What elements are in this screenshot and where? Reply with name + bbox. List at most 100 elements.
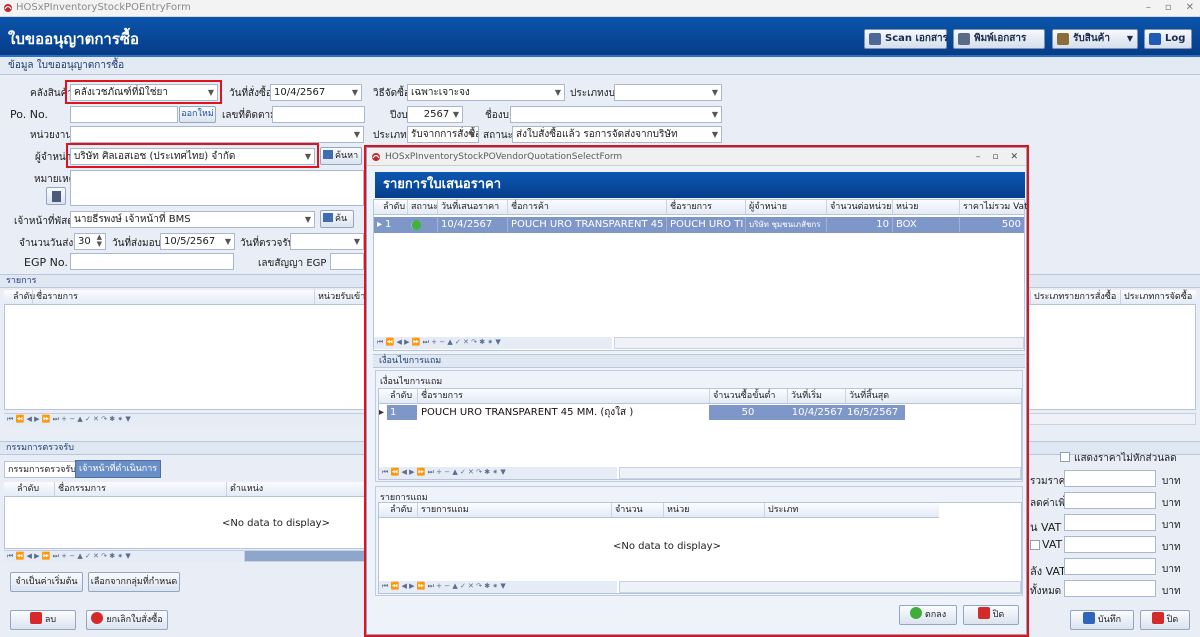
window-titlebar: HOSxPInventoryStockPOEntryForm – ▫ ✕ (0, 0, 1200, 17)
deliver-date-input[interactable]: 10/5/2567 ▼ (160, 233, 235, 250)
egp-contract-label: เลขสัญญา EGP (258, 258, 327, 269)
inspect-date-input[interactable]: ▼ (290, 233, 364, 250)
col-item-name[interactable]: ชื่อรายการ (32, 290, 78, 304)
officer-select[interactable]: นายธีรพงษ์ เจ้าหน้าที่ BMS ▼ (70, 211, 315, 228)
highlight-vendor (66, 143, 319, 168)
vat-label: VAT (1042, 538, 1063, 551)
close-icon (1151, 612, 1164, 624)
grand-total-input[interactable] (1064, 580, 1156, 597)
unit-baht: บาท (1162, 586, 1181, 597)
method-select[interactable]: เฉพาะเจาะจง ▼ (407, 84, 565, 101)
close-window-button[interactable]: ✕ (1186, 0, 1194, 16)
total-price-input[interactable] (1064, 470, 1156, 487)
chevron-down-icon: ▼ (468, 130, 475, 139)
egp-contract-input[interactable] (330, 253, 364, 270)
officer-label: เจ้าหน้าที่พัสดุ (14, 216, 74, 227)
type-select[interactable]: รับจากการสั่งซื้อ ▼ (407, 126, 479, 143)
maximize-button[interactable]: ▫ (1165, 0, 1172, 16)
new-po-button[interactable]: ออกใหม่ (179, 106, 216, 123)
cancel-icon (91, 612, 104, 624)
budget-type-select[interactable]: ▼ (614, 84, 722, 101)
surcharge-input[interactable] (1064, 492, 1156, 509)
form-header: ใบขออนุญาตการซื้อ Scan เอกสาร พิมพ์เอกสา… (0, 17, 1200, 57)
col-purchase-type[interactable]: ประเภทรายการสั่งซื้อ (1030, 290, 1116, 304)
unit-baht: บาท (1162, 476, 1181, 487)
unit-baht: บาท (1162, 542, 1181, 553)
calendar-icon (323, 150, 333, 159)
log-button[interactable]: Log (1144, 29, 1192, 49)
log-icon (1149, 33, 1161, 45)
committee-grid-header: ลำดับ ชื่อกรรมการ ตำแหน่ง (4, 482, 366, 497)
vat-checkbox[interactable] (1030, 540, 1040, 550)
vat-input[interactable] (1064, 536, 1156, 553)
chevron-down-icon: ▼ (711, 110, 718, 119)
items-scrollbar[interactable] (1027, 413, 1196, 425)
receive-goods-button[interactable]: รับสินค้า ▼ (1052, 29, 1138, 49)
egp-number-input[interactable] (70, 253, 234, 270)
no-discount-checkbox[interactable] (1060, 452, 1070, 462)
delivery-days-label: จำนวนวันส่ง (19, 238, 74, 249)
spin-arrows-icon: ▲ ▼ (96, 233, 102, 248)
delivery-days-stepper[interactable]: 30 ▲ ▼ (74, 233, 106, 250)
save-icon (1082, 612, 1095, 624)
scan-document-button[interactable]: Scan เอกสาร (864, 29, 948, 49)
col-position[interactable]: ตำแหน่ง (226, 482, 263, 496)
unit-baht: บาท (1162, 520, 1181, 531)
minimize-button[interactable]: – (1146, 0, 1151, 16)
col-committee-name[interactable]: ชื่อกรรมการ (54, 482, 106, 496)
section-tab[interactable]: ข้อมูล ใบขออนุญาตการซื้อ (0, 57, 1200, 75)
delete-button[interactable]: ลบ (10, 610, 76, 630)
budget-name-select[interactable]: ▼ (510, 106, 722, 123)
highlight-warehouse (65, 80, 222, 104)
po-number-input[interactable] (70, 106, 178, 123)
col-no[interactable]: ลำดับ (14, 482, 39, 496)
chevron-down-icon: ▼ (353, 237, 360, 246)
tab-operators[interactable]: เจ้าหน้าที่ดำเนินการ (75, 460, 162, 478)
committee-navigator[interactable]: ⏮ ⏪ ◀ ▶ ⏩ ⏭ + − ▲ ✓ ✕ ↷ ✱ ⁕ ▼ (4, 550, 244, 562)
committee-scrollbar[interactable] (244, 550, 366, 562)
unit-baht: บาท (1162, 498, 1181, 509)
order-date-input[interactable]: 10/4/2567 ▼ (270, 84, 362, 101)
no-discount-label: แสดงราคาไม่หักส่วนลด (1074, 453, 1177, 464)
chevron-down-icon: ▼ (711, 130, 718, 139)
fiscal-year-select[interactable]: 2567 ▼ (407, 106, 463, 123)
printer-icon (958, 33, 970, 45)
col-unit[interactable]: หน่วยรับเข้า (314, 290, 365, 304)
app-logo-icon (4, 4, 12, 12)
egp-label: EGP No. (24, 256, 68, 269)
unit-baht: บาท (1162, 564, 1181, 575)
col-buy-type[interactable]: ประเภทการจัดซื้อ (1120, 290, 1192, 304)
officer-search-button[interactable]: ค้น (320, 210, 354, 228)
select-group-button[interactable]: เลือกจากกลุ่มที่กำหนด (88, 572, 180, 592)
items-navigator[interactable]: ⏮ ⏪ ◀ ▶ ⏩ ⏭ + − ▲ ✓ ✕ ↷ ✱ ⁕ ▼ (4, 413, 364, 425)
tab-committee[interactable]: กรรมการตรวจรับ (4, 461, 80, 478)
chevron-down-icon: ▼ (304, 215, 311, 224)
notes-button[interactable] (46, 187, 66, 205)
tracking-label: เลขที่ติดตาม (222, 110, 277, 121)
close-form-button[interactable]: ปิด (1140, 610, 1190, 630)
chevron-down-icon: ▼ (224, 237, 231, 246)
notes-icon (51, 191, 61, 202)
save-button[interactable]: บันทึก (1070, 610, 1134, 630)
method-label: วิธีจัดซื้อ (373, 88, 410, 99)
remark-textarea[interactable] (70, 170, 364, 206)
before-vat-input[interactable] (1064, 514, 1156, 531)
budget-name-label: ชื่องบ (485, 110, 510, 121)
department-select[interactable]: ▼ (70, 126, 364, 143)
cancel-po-button[interactable]: ยกเลิกใบสั่งซื้อ (86, 610, 168, 630)
calendar-icon (323, 213, 333, 222)
vendor-search-button[interactable]: ค้นหา (320, 147, 362, 165)
chevron-down-icon: ▼ (452, 110, 459, 119)
chevron-down-icon: ▼ (1126, 34, 1133, 43)
deliver-date-label: วันที่ส่งมอบ (112, 238, 161, 249)
print-document-button[interactable]: พิมพ์เอกสาร (953, 29, 1045, 49)
default-committee-button[interactable]: จำเป็นค่าเริ่มต้น (10, 572, 83, 592)
tracking-input[interactable] (272, 106, 365, 123)
clipboard-icon (1057, 33, 1069, 45)
trash-icon (29, 612, 42, 624)
budget-type-label: ประเภทงบ (570, 88, 615, 99)
after-vat-input[interactable] (1064, 558, 1156, 575)
status-select[interactable]: ส่งใบสั่งซื้อแล้ว รอการจัดส่งจากบริษัท ▼ (512, 126, 722, 143)
po-label: Po. No. (10, 108, 49, 121)
department-label: หน่วยงาน (30, 130, 73, 141)
